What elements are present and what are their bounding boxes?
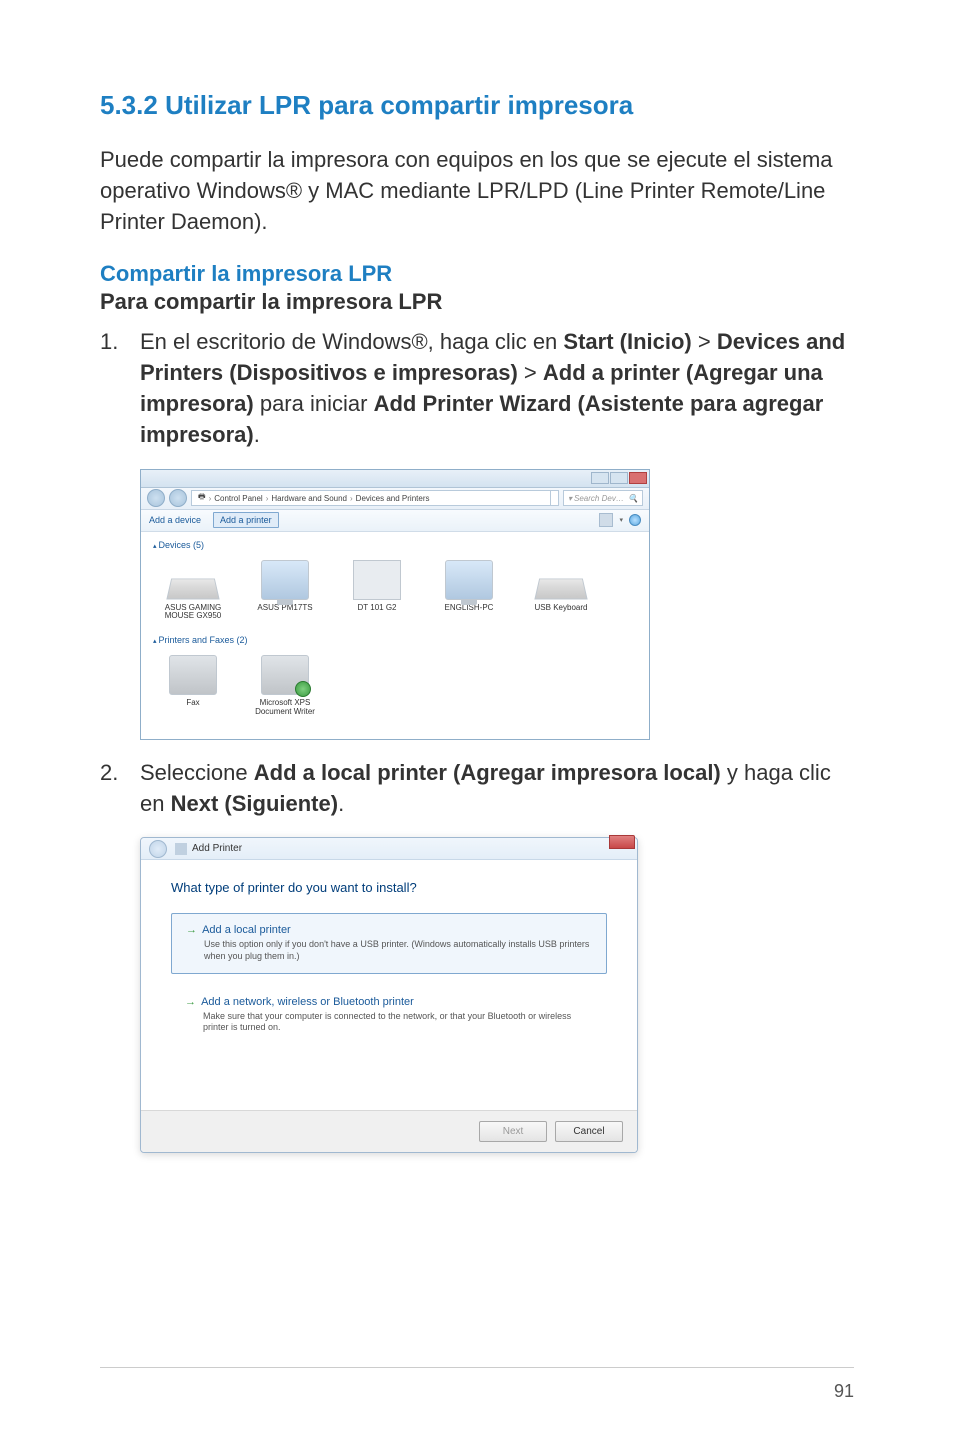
step-text: En el escritorio de Windows®, haga clic …: [140, 329, 845, 446]
step-1: 1. En el escritorio de Windows®, haga cl…: [100, 327, 854, 450]
printers-row: Fax Microsoft XPS Document Writer: [153, 649, 637, 727]
drive-icon: [353, 560, 401, 600]
step-text: Seleccione Add a local printer (Agregar …: [140, 760, 831, 816]
search-icon: 🔍: [628, 494, 638, 503]
printers-group-header[interactable]: Printers and Faxes (2): [153, 631, 637, 649]
screenshot-2: Add Printer What type of printer do you …: [140, 837, 854, 1153]
sub-heading: Compartir la impresora LPR: [100, 261, 854, 287]
wizard-heading: What type of printer do you want to inst…: [171, 880, 607, 895]
device-label: Microsoft XPS Document Writer: [249, 699, 321, 717]
pc-icon: [445, 560, 493, 600]
device-item[interactable]: ENGLISH-PC: [433, 560, 505, 622]
section-title: Utilizar LPR para compartir impresora: [165, 90, 633, 120]
close-button[interactable]: [609, 835, 635, 849]
device-label: Fax: [157, 699, 229, 708]
text: para iniciar: [254, 391, 374, 416]
text: Seleccione: [140, 760, 254, 785]
view-icon[interactable]: [599, 513, 613, 527]
forward-button[interactable]: [169, 489, 187, 507]
section-heading: 5.3.2 Utilizar LPR para compartir impres…: [100, 90, 854, 121]
maximize-button[interactable]: [610, 472, 628, 484]
device-label: ASUS GAMING MOUSE GX950: [157, 604, 229, 622]
wizard-button-row: Next Cancel: [141, 1110, 637, 1152]
explorer-body: Devices (5) ASUS GAMING MOUSE GX950 ASUS…: [141, 532, 649, 739]
bold-instruction: Para compartir la impresora LPR: [100, 289, 854, 315]
device-item[interactable]: Fax: [157, 655, 229, 717]
bold-text: Add a local printer (Agregar impresora l…: [254, 760, 721, 785]
device-item[interactable]: DT 101 G2: [341, 560, 413, 622]
step-2: 2. Seleccione Add a local printer (Agreg…: [100, 758, 854, 820]
dropdown-icon[interactable]: ▾: [619, 516, 623, 524]
search-input[interactable]: ▾ Search Dev… 🔍: [563, 490, 643, 506]
devices-row: ASUS GAMING MOUSE GX950 ASUS PM17TS DT 1…: [153, 554, 637, 632]
text: >: [518, 360, 543, 385]
wizard-titlebar: Add Printer: [141, 838, 637, 860]
text: En el escritorio de Windows®, haga clic …: [140, 329, 563, 354]
crumb[interactable]: Control Panel: [214, 494, 262, 503]
mouse-icon: [166, 578, 219, 599]
option-title: Add a local printer: [186, 924, 592, 936]
device-item[interactable]: ASUS PM17TS: [249, 560, 321, 622]
sep: ›: [350, 494, 353, 503]
add-device-link[interactable]: Add a device: [149, 515, 201, 525]
bold-text: Start (Inicio): [563, 329, 691, 354]
placeholder: Search Dev…: [574, 494, 624, 503]
printer-icon: [175, 843, 187, 855]
sep: ›: [209, 494, 212, 503]
text: >: [692, 329, 717, 354]
device-item[interactable]: ASUS GAMING MOUSE GX950: [157, 560, 229, 622]
section-number: 5.3.2: [100, 90, 158, 120]
cancel-button[interactable]: Cancel: [555, 1121, 623, 1142]
option-title: Add a network, wireless or Bluetooth pri…: [185, 996, 593, 1008]
close-button[interactable]: [629, 472, 647, 484]
option-desc: Make sure that your computer is connecte…: [185, 1011, 593, 1034]
window-buttons: [591, 472, 647, 484]
device-item[interactable]: USB Keyboard: [525, 560, 597, 622]
step-number: 2.: [100, 758, 118, 789]
toolbar: Add a device Add a printer ▾: [141, 510, 649, 532]
option-desc: Use this option only if you don't have a…: [186, 939, 592, 962]
bold-text: Next (Siguiente): [171, 791, 338, 816]
device-label: DT 101 G2: [341, 604, 413, 613]
xps-icon: [261, 655, 309, 695]
option-local-printer[interactable]: Add a local printer Use this option only…: [171, 913, 607, 973]
breadcrumb[interactable]: 🖶 › Control Panel › Hardware and Sound ›…: [191, 490, 559, 506]
text: .: [254, 422, 260, 447]
keyboard-icon: [534, 578, 587, 599]
titlebar: [141, 470, 649, 488]
screenshot-1: 🖶 › Control Panel › Hardware and Sound ›…: [140, 469, 854, 740]
device-label: ASUS PM17TS: [249, 604, 321, 613]
add-printer-wizard: Add Printer What type of printer do you …: [140, 837, 638, 1153]
crumb[interactable]: Hardware and Sound: [271, 494, 347, 503]
text: .: [338, 791, 344, 816]
page-number: 91: [834, 1381, 854, 1402]
devices-group-header[interactable]: Devices (5): [153, 536, 637, 554]
device-item[interactable]: Microsoft XPS Document Writer: [249, 655, 321, 717]
intro-paragraph: Puede compartir la impresora con equipos…: [100, 145, 854, 237]
sep: ›: [266, 494, 269, 503]
window-title: Add Printer: [192, 843, 242, 854]
minimize-button[interactable]: [591, 472, 609, 484]
device-label: ENGLISH-PC: [433, 604, 505, 613]
add-printer-link[interactable]: Add a printer: [213, 512, 279, 528]
monitor-icon: [261, 560, 309, 600]
address-bar: 🖶 › Control Panel › Hardware and Sound ›…: [141, 488, 649, 510]
crumb[interactable]: Devices and Printers: [356, 494, 430, 503]
wizard-body: What type of printer do you want to inst…: [141, 860, 637, 1110]
step-number: 1.: [100, 327, 118, 358]
option-network-printer[interactable]: Add a network, wireless or Bluetooth pri…: [171, 986, 607, 1044]
toolbar-right: ▾: [599, 513, 641, 527]
help-icon[interactable]: [629, 514, 641, 526]
folder-icon: 🖶: [198, 491, 206, 505]
fax-icon: [169, 655, 217, 695]
next-button[interactable]: Next: [479, 1121, 547, 1142]
back-button[interactable]: [147, 489, 165, 507]
back-button[interactable]: [149, 840, 167, 858]
device-label: USB Keyboard: [525, 604, 597, 613]
explorer-window: 🖶 › Control Panel › Hardware and Sound ›…: [140, 469, 650, 740]
